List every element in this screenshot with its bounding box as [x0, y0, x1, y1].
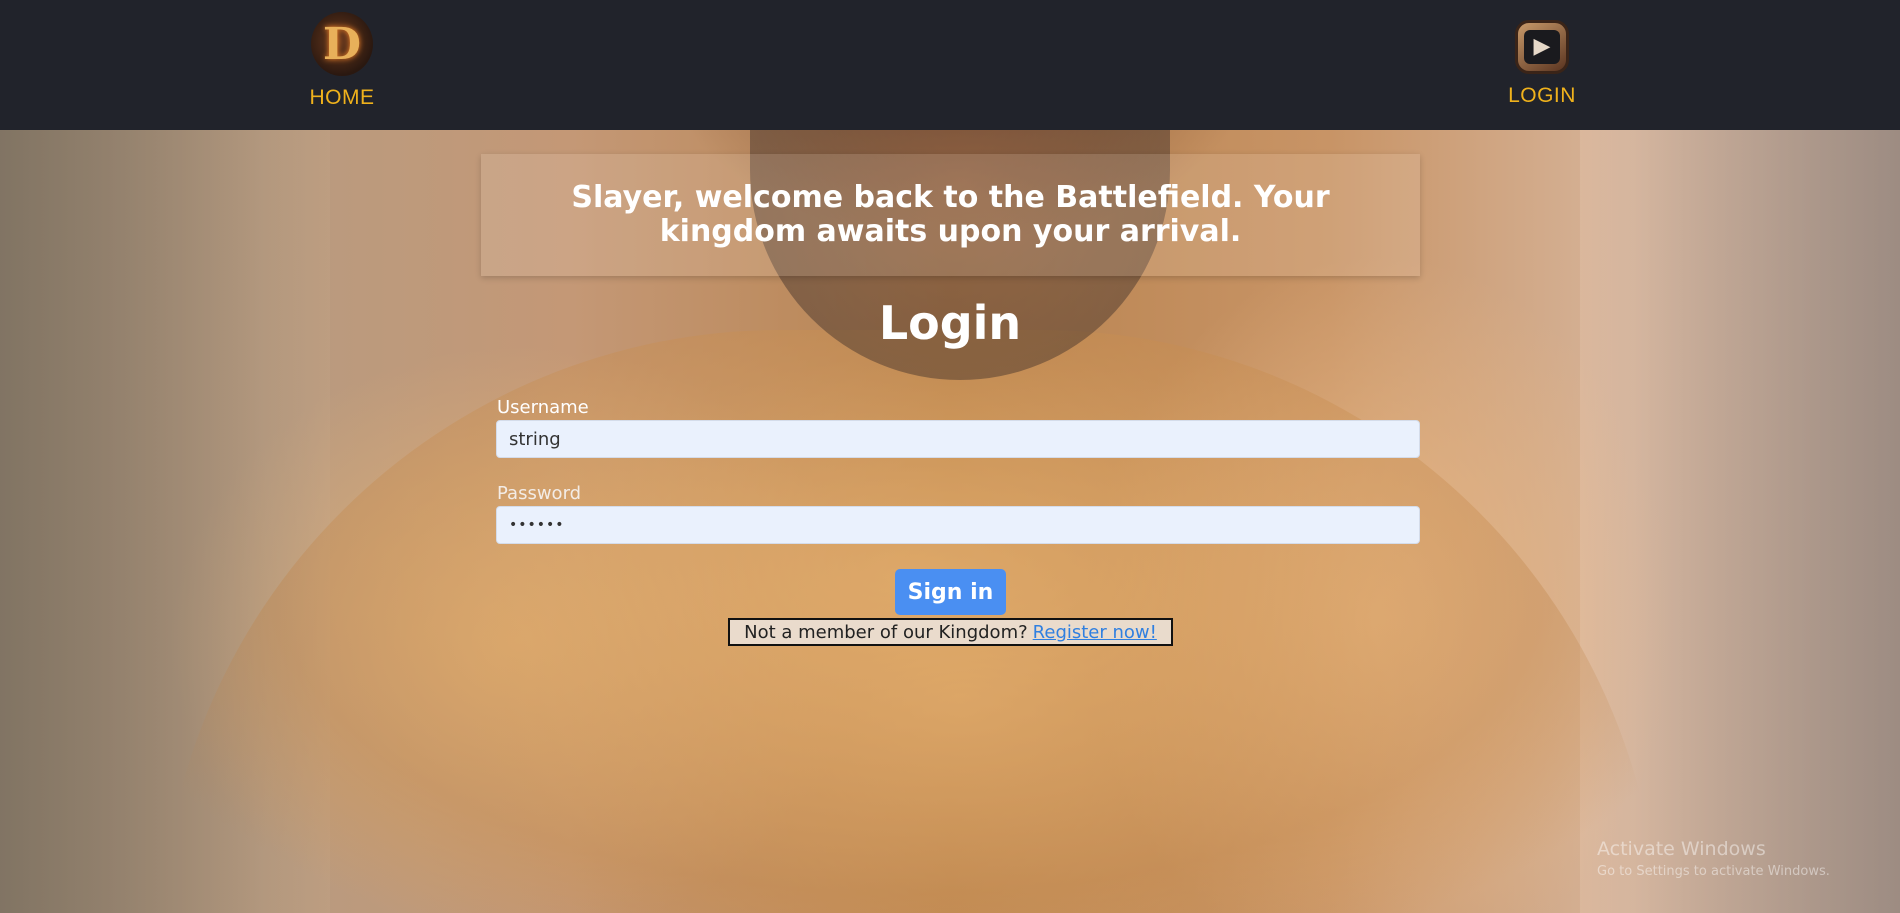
- d-logo-icon[interactable]: D: [311, 12, 373, 76]
- nav-login-label[interactable]: LOGIN: [1508, 84, 1576, 108]
- username-input[interactable]: string: [496, 420, 1420, 458]
- activate-windows-watermark: Activate Windows Go to Settings to activ…: [1597, 838, 1830, 879]
- navbar: D HOME ▶ LOGIN: [0, 0, 1900, 130]
- watermark-title: Activate Windows: [1597, 838, 1766, 860]
- register-prompt-box: Not a member of our Kingdom? Register no…: [728, 618, 1173, 646]
- sign-in-button[interactable]: Sign in: [895, 569, 1006, 615]
- page-title: Login: [878, 296, 1022, 350]
- nav-home-label[interactable]: HOME: [310, 86, 375, 110]
- register-prompt-text: Not a member of our Kingdom?: [744, 621, 1028, 643]
- welcome-banner: Slayer, welcome back to the Battlefield.…: [481, 154, 1420, 276]
- play-icon[interactable]: ▶: [1515, 20, 1569, 74]
- nav-login-link[interactable]: ▶ LOGIN: [1487, 12, 1597, 108]
- password-label: Password: [497, 483, 582, 504]
- watermark-subtitle: Go to Settings to activate Windows.: [1597, 864, 1830, 879]
- password-input[interactable]: ••••••: [496, 506, 1420, 544]
- username-label: Username: [497, 397, 589, 418]
- welcome-text: Slayer, welcome back to the Battlefield.…: [571, 180, 1330, 249]
- register-link[interactable]: Register now!: [1033, 622, 1157, 643]
- nav-home-link[interactable]: D HOME: [287, 12, 397, 110]
